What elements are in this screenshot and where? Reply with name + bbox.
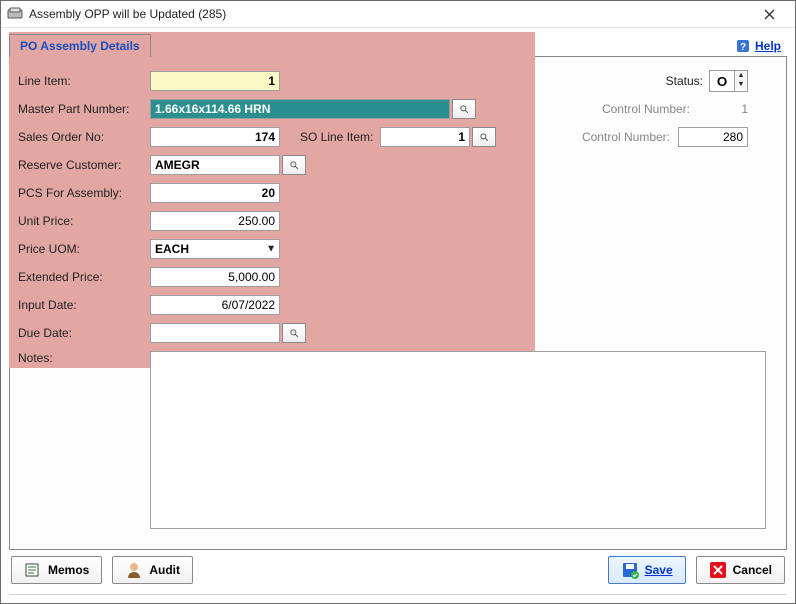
svg-text:?: ?: [740, 42, 746, 53]
due-date-lookup-button[interactable]: [282, 323, 306, 343]
assembly-opp-window: Assembly OPP will be Updated (285) PO As…: [0, 0, 796, 604]
titlebar: Assembly OPP will be Updated (285): [1, 1, 795, 28]
close-icon: [764, 9, 775, 20]
so-line-item-lookup-button[interactable]: [472, 127, 496, 147]
audit-label: Audit: [149, 563, 180, 577]
save-label: Save: [645, 563, 673, 577]
status-up-icon[interactable]: ▲: [735, 71, 747, 80]
tab-po-assembly-details[interactable]: PO Assembly Details: [9, 34, 151, 57]
help-icon: ?: [735, 38, 751, 54]
magnify-icon: [289, 158, 299, 172]
cancel-icon: [709, 561, 727, 579]
help-label: Help: [755, 39, 781, 53]
help-link[interactable]: ? Help: [729, 36, 787, 56]
magnify-icon: [479, 130, 489, 144]
magnify-icon: [289, 326, 299, 340]
audit-button[interactable]: Audit: [112, 556, 193, 584]
pcs-for-assembly-label: PCS For Assembly:: [18, 186, 150, 200]
pcs-for-assembly-field[interactable]: [150, 183, 280, 203]
memos-label: Memos: [48, 563, 89, 577]
app-icon: [7, 6, 23, 22]
input-date-field[interactable]: [150, 295, 280, 315]
reserve-customer-field[interactable]: [150, 155, 280, 175]
so-line-item-label: SO Line Item:: [300, 130, 380, 144]
notes-textarea[interactable]: [150, 351, 766, 529]
extended-price-field[interactable]: [150, 267, 280, 287]
form-panel: Line Item: Status: ▲ ▼ Master Part Numbe…: [9, 56, 787, 550]
status-bar: [9, 594, 787, 601]
status-spinner[interactable]: ▲ ▼: [709, 70, 748, 92]
notes-label: Notes:: [18, 351, 150, 365]
status-label: Status:: [666, 74, 703, 88]
unit-price-field[interactable]: [150, 211, 280, 231]
price-uom-dropdown[interactable]: ▼: [150, 239, 280, 259]
input-date-label: Input Date:: [18, 298, 150, 312]
so-line-item-field[interactable]: [380, 127, 470, 147]
status-down-icon[interactable]: ▼: [735, 80, 747, 89]
control-number-2-field[interactable]: [678, 127, 748, 147]
window-title: Assembly OPP will be Updated (285): [29, 7, 749, 21]
audit-icon: [125, 561, 143, 579]
close-button[interactable]: [749, 2, 789, 26]
control-number-1-label: Control Number:: [580, 102, 690, 116]
price-uom-field[interactable]: [150, 239, 280, 259]
save-button[interactable]: Save: [608, 556, 686, 584]
reserve-customer-label: Reserve Customer:: [18, 158, 150, 172]
master-part-lookup-button[interactable]: [452, 99, 476, 119]
sales-order-label: Sales Order No:: [18, 130, 150, 144]
status-value[interactable]: [710, 71, 734, 91]
cancel-label: Cancel: [733, 563, 772, 577]
memo-icon: [24, 561, 42, 579]
memos-button[interactable]: Memos: [11, 556, 102, 584]
master-part-label: Master Part Number:: [18, 102, 150, 116]
extended-price-label: Extended Price:: [18, 270, 150, 284]
unit-price-label: Unit Price:: [18, 214, 150, 228]
line-item-label: Line Item:: [18, 74, 150, 88]
line-item-field[interactable]: [150, 71, 280, 91]
price-uom-label: Price UOM:: [18, 242, 150, 256]
save-icon: [621, 561, 639, 579]
due-date-field[interactable]: [150, 323, 280, 343]
control-number-2-label: Control Number:: [560, 130, 670, 144]
master-part-field[interactable]: [150, 99, 450, 119]
cancel-button[interactable]: Cancel: [696, 556, 785, 584]
sales-order-field[interactable]: [150, 127, 280, 147]
footer-bar: Memos Audit Save Cancel: [1, 550, 795, 594]
reserve-customer-lookup-button[interactable]: [282, 155, 306, 175]
magnify-icon: [459, 102, 469, 116]
due-date-label: Due Date:: [18, 326, 150, 340]
control-number-1-value: 1: [698, 102, 748, 116]
